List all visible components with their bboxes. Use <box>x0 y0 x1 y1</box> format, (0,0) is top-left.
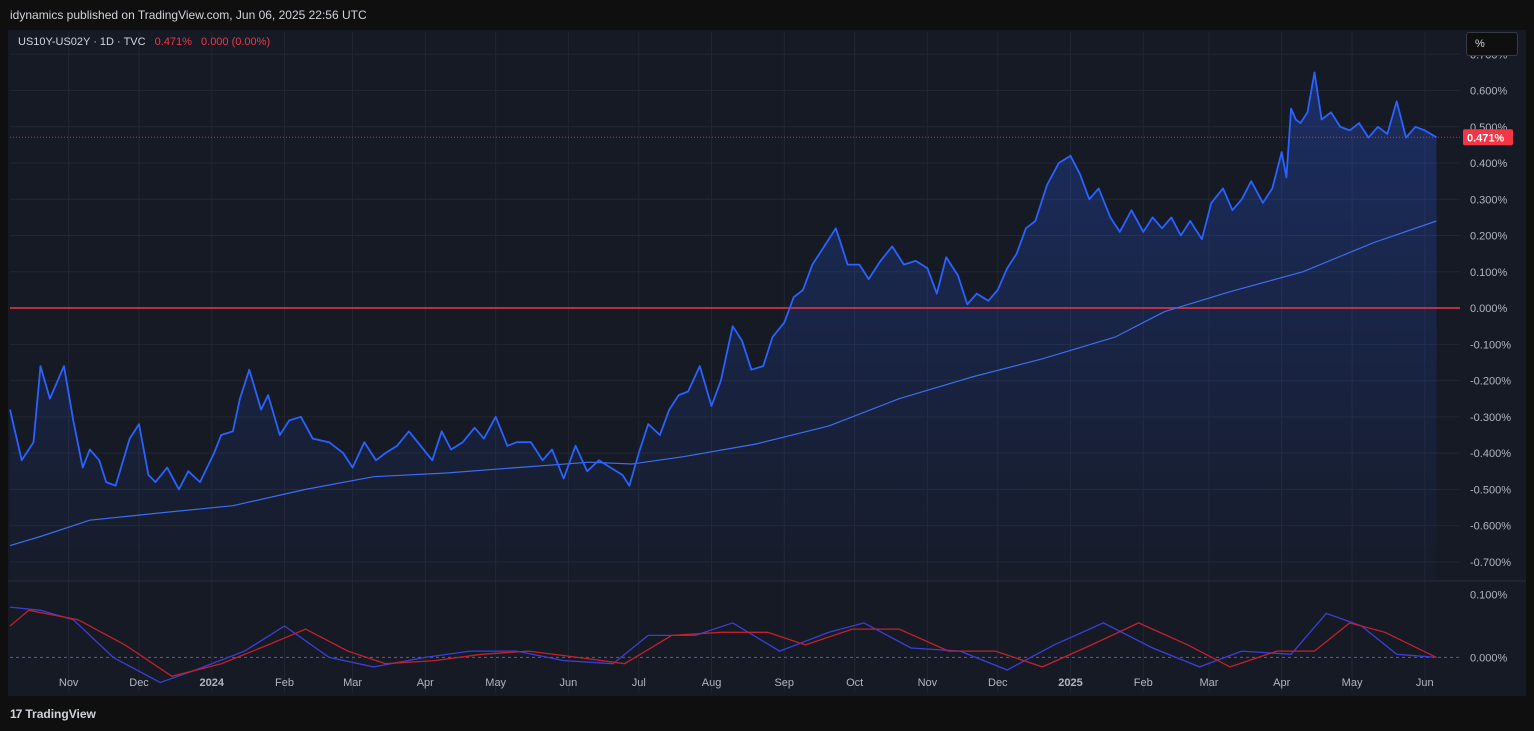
x-tick-label: Mar <box>343 677 362 689</box>
x-tick-label: Apr <box>417 677 434 689</box>
x-tick-label: Jun <box>1416 677 1434 689</box>
oscillator-tick-label: 0.100% <box>1470 590 1508 602</box>
x-tick-label: May <box>1342 677 1363 689</box>
y-tick-label: -0.400% <box>1470 448 1511 460</box>
price-area-fill <box>10 72 1437 581</box>
y-tick-label: 0.300% <box>1470 194 1508 206</box>
x-tick-label: Aug <box>702 677 722 689</box>
x-tick-label: Nov <box>918 677 938 689</box>
y-tick-label: -0.200% <box>1470 376 1511 388</box>
x-tick-label: Dec <box>129 677 149 689</box>
oscillator-tick-label: 0.000% <box>1470 652 1508 664</box>
footer-bar <box>0 698 1534 731</box>
x-tick-label: Apr <box>1273 677 1290 689</box>
price-chart[interactable]: 0.700%0.600%0.500%0.400%0.300%0.200%0.10… <box>0 0 1534 731</box>
x-tick-label: Oct <box>846 677 863 689</box>
y-tick-label: 0.000% <box>1470 303 1508 315</box>
x-tick-label: Dec <box>988 677 1008 689</box>
y-tick-label: 0.200% <box>1470 231 1508 243</box>
y-tick-label: -0.300% <box>1470 412 1511 424</box>
change-text: 0.000 (0.00%) <box>201 36 271 48</box>
y-tick-label: -0.700% <box>1470 557 1511 569</box>
y-tick-label: -0.100% <box>1470 339 1511 351</box>
x-tick-label: Nov <box>59 677 79 689</box>
x-tick-label: Feb <box>1134 677 1153 689</box>
oscillator-line-red <box>9 609 1437 678</box>
x-tick-label: Mar <box>1199 677 1218 689</box>
x-tick-label: Jul <box>632 677 646 689</box>
x-tick-label: Sep <box>774 677 794 689</box>
tradingview-logo-mark: 17 <box>10 707 22 721</box>
y-tick-label: 0.400% <box>1470 158 1508 170</box>
last-value-text: 0.471% <box>154 36 192 48</box>
y-tick-label: 0.600% <box>1470 86 1508 98</box>
symbol-name: US10Y-US02Y · 1D · TVC <box>18 36 146 48</box>
y-tick-label: -0.500% <box>1470 484 1511 496</box>
percent-scale-button[interactable]: % <box>1466 32 1518 56</box>
last-value-badge-label: 0.471% <box>1467 132 1505 144</box>
y-tick-label: -0.600% <box>1470 521 1511 533</box>
y-tick-label: 0.100% <box>1470 267 1508 279</box>
x-tick-label: Feb <box>275 677 294 689</box>
symbol-legend[interactable]: US10Y-US02Y · 1D · TVC 0.471% 0.000 (0.0… <box>18 36 270 48</box>
x-tick-label: Jun <box>560 677 578 689</box>
oscillator-line-blue <box>9 606 1437 684</box>
tradingview-logo-text: TradingView <box>25 707 96 721</box>
x-tick-label: 2025 <box>1058 677 1082 689</box>
x-tick-label: 2024 <box>200 677 225 689</box>
x-tick-label: May <box>485 677 506 689</box>
tradingview-logo[interactable]: 17 TradingView <box>10 707 96 721</box>
